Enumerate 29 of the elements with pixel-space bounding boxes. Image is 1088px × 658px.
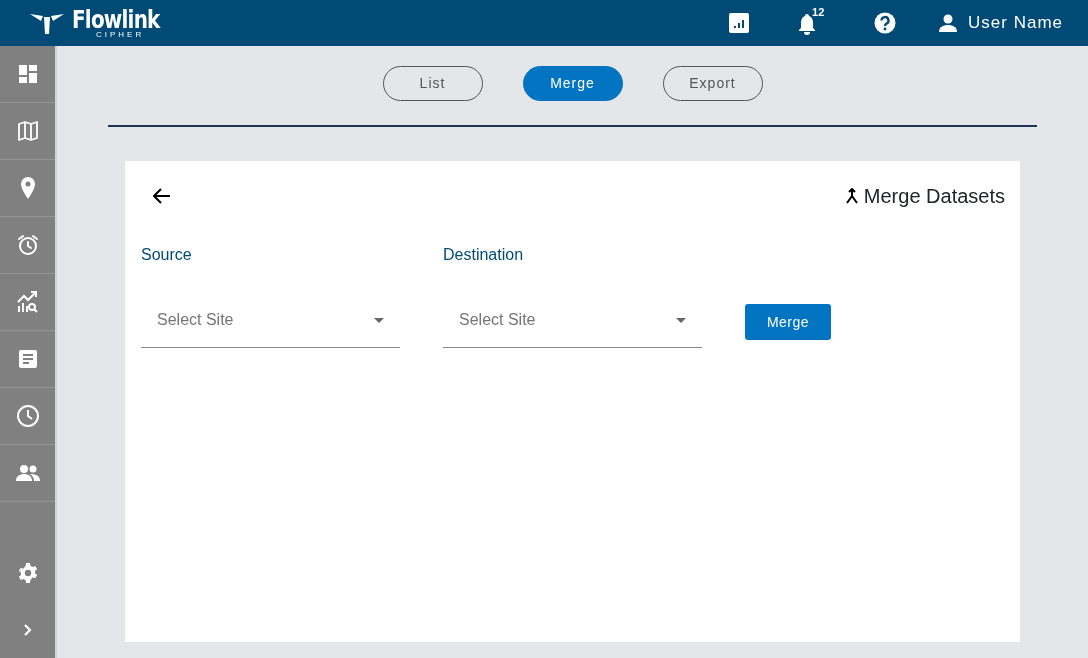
dashboard-icon[interactable] [17, 64, 38, 84]
site-select[interactable]: Select Site [443, 292, 702, 348]
logo-subtext: CIPHER [96, 31, 146, 39]
help-icon[interactable] [874, 12, 897, 34]
merge-icon [844, 188, 859, 204]
document-icon[interactable] [17, 349, 38, 369]
clock-icon[interactable] [15, 404, 40, 428]
notification-count: 12 [812, 5, 825, 20]
alarm-clock-icon[interactable] [15, 233, 40, 257]
chevron-right-icon[interactable] [22, 622, 33, 637]
field-label: Source [141, 245, 193, 265]
map-icon[interactable] [16, 120, 39, 142]
location-pin-icon[interactable] [19, 176, 36, 200]
merge-button[interactable]: Merge [745, 304, 831, 340]
logo-icon [30, 12, 64, 34]
dropdown-caret-icon[interactable] [676, 318, 686, 323]
user-icon[interactable] [939, 14, 958, 32]
field-label: Destination [443, 245, 525, 265]
settings-icon[interactable] [16, 561, 39, 584]
user-name[interactable]: User Name [968, 10, 1063, 36]
site-select[interactable]: Select Site [141, 292, 400, 348]
back-arrow-icon[interactable] [153, 188, 171, 204]
dropdown-caret-icon[interactable] [374, 318, 384, 323]
chart-search-icon[interactable] [15, 290, 40, 314]
tab[interactable]: Merge [522, 66, 623, 101]
card-title: Merge Datasets [863, 184, 1005, 209]
logo-text: Flowlink [72, 7, 160, 32]
users-icon[interactable] [15, 465, 40, 481]
report-chart-icon[interactable] [729, 13, 750, 33]
